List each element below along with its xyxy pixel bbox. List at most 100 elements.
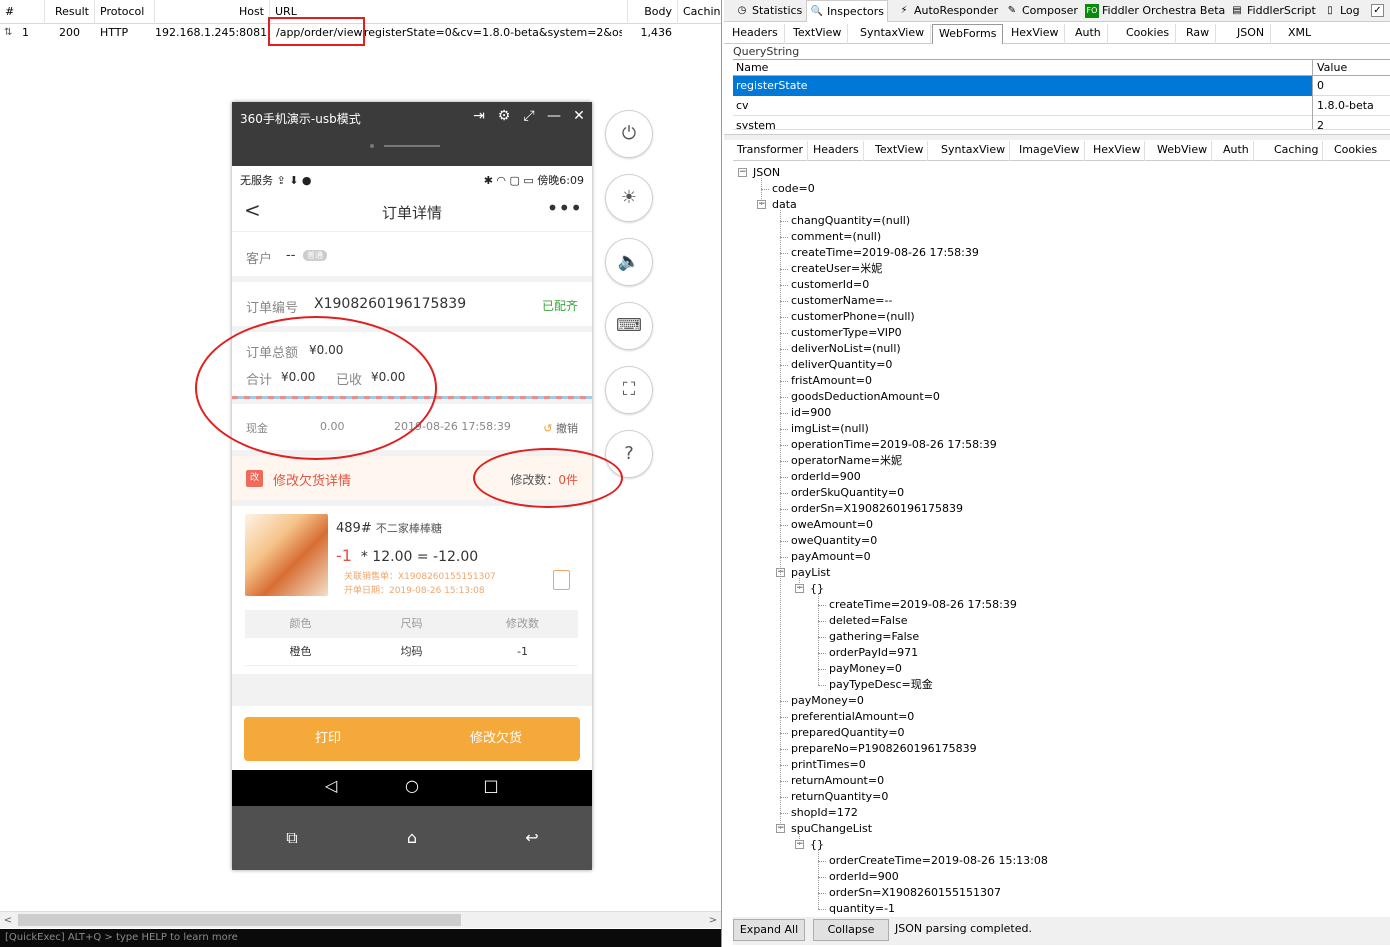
resp-tab-webview[interactable]: WebView [1153,141,1213,161]
tree-node[interactable]: payMoney=0 [829,661,902,677]
emu-back-icon[interactable]: ↩ [521,828,543,847]
tree-node[interactable]: JSON [753,165,780,181]
minimize-icon[interactable]: — [547,108,561,124]
tree-node[interactable]: operationTime=2019-08-26 17:58:39 [791,437,997,453]
tree-node[interactable]: createTime=2019-08-26 17:58:39 [829,597,1017,613]
tree-node[interactable]: spuChangeList [791,821,872,837]
emu-recents-icon[interactable]: ⧉ [281,828,303,848]
tree-node[interactable]: preferentialAmount=0 [791,709,914,725]
req-tab-cookies[interactable]: Cookies [1120,24,1177,44]
clipboard-icon[interactable] [553,570,570,590]
collapse-button[interactable]: Collapse [813,919,889,941]
modify-owe-button[interactable]: 修改欠货 [412,717,580,761]
req-tab-webforms[interactable]: WebForms [932,24,1004,44]
tree-node[interactable]: comment=(null) [791,229,881,245]
resp-tab-syntaxview[interactable]: SyntaxView [937,141,1011,161]
tree-node[interactable]: createTime=2019-08-26 17:58:39 [791,245,979,261]
qs-row[interactable]: registerState 0 [733,76,1390,96]
req-tab-textview[interactable]: TextView [787,24,849,44]
tree-node[interactable]: gathering=False [829,629,919,645]
drag-handle[interactable] [370,144,440,148]
col-caching[interactable]: Caching [678,0,721,24]
tree-expander-icon[interactable]: − [738,168,747,177]
tree-node[interactable]: orderPayId=971 [829,645,918,661]
tree-node[interactable]: orderCreateTime=2019-08-26 15:13:08 [829,853,1048,869]
tree-node[interactable]: prepareNo=P1908260196175839 [791,741,977,757]
checkbox-icon[interactable]: ✓ [1371,4,1384,17]
emu-home-icon[interactable]: ⌂ [401,828,423,847]
tree-node[interactable]: id=900 [791,405,831,421]
tree-node[interactable]: orderId=900 [791,469,861,485]
tab-statistics[interactable]: ◷ Statistics [732,0,805,22]
gear-icon[interactable]: ⚙ [497,108,511,124]
req-tab-raw[interactable]: Raw [1180,24,1217,44]
tab-orchestra[interactable]: FO Fiddler Orchestra Beta [1082,0,1228,22]
tab-log[interactable]: ▯ Log [1320,0,1363,22]
power-icon[interactable]: ⏻ [605,110,653,158]
scroll-right-icon[interactable]: > [705,912,721,929]
tree-node[interactable]: customerId=0 [791,277,869,293]
tree-node[interactable]: orderSn=X1908260196175839 [791,501,963,517]
tree-node[interactable]: orderSkuQuantity=0 [791,485,904,501]
tree-node[interactable]: oweAmount=0 [791,517,873,533]
tree-node[interactable]: deliverQuantity=0 [791,357,892,373]
tree-node[interactable]: shopId=172 [791,805,858,821]
qs-row[interactable]: cv 1.8.0-beta [733,96,1390,116]
tree-node[interactable]: preparedQuantity=0 [791,725,905,741]
keyboard-icon[interactable]: ⌨ [605,302,653,350]
customer-card[interactable]: 客户 -- 普通 [232,232,592,276]
nav-recents-icon[interactable]: □ [481,776,501,795]
resp-tab-imageview[interactable]: ImageView [1015,141,1085,161]
tree-node[interactable]: payAmount=0 [791,549,871,565]
tree-node[interactable]: data [772,197,797,213]
tree-node[interactable]: payList [791,565,830,581]
qs-row[interactable]: system 2 [733,116,1390,130]
json-tree[interactable]: − JSON code=0− data changQuantity=(null) comm… [733,163,1390,915]
tree-node[interactable]: deliverNoList=(null) [791,341,901,357]
expand-all-button[interactable]: Expand All [733,919,805,941]
nav-home-icon[interactable]: ○ [402,776,422,795]
print-button[interactable]: 打印 [244,717,412,761]
quickexec-bar[interactable]: [QuickExec] ALT+Q > type HELP to learn m… [0,929,721,947]
tree-node[interactable]: orderSn=X1908260155151307 [829,885,1001,901]
req-tab-xml[interactable]: XML [1282,24,1317,44]
qs-col-value[interactable]: Value [1313,60,1390,76]
req-tab-hexview[interactable]: HexView [1005,24,1066,44]
tree-node[interactable]: customerPhone=(null) [791,309,915,325]
scroll-left-icon[interactable]: < [0,912,16,929]
volume-icon[interactable]: 🔈 [605,238,653,286]
tree-node[interactable]: deleted=False [829,613,907,629]
scroll-thumb[interactable] [18,914,461,926]
qs-col-name[interactable]: Name [733,60,1313,76]
col-result[interactable]: Result [45,0,95,24]
nav-back-icon[interactable]: ◁ [321,776,341,795]
req-tab-auth[interactable]: Auth [1069,24,1108,44]
tree-node[interactable]: customerName=-- [791,293,892,309]
tree-node[interactable]: createUser=米妮 [791,261,882,277]
req-tab-syntaxview[interactable]: SyntaxView [854,24,932,44]
tree-node[interactable]: changQuantity=(null) [791,213,910,229]
tree-node[interactable]: returnAmount=0 [791,773,884,789]
tree-node[interactable]: returnQuantity=0 [791,789,888,805]
resp-tab-caching[interactable]: Caching [1270,141,1324,161]
close-icon[interactable]: ✕ [572,108,586,124]
tree-node[interactable]: code=0 [772,181,815,197]
resp-tab-textview[interactable]: TextView [871,141,929,161]
tree-node[interactable]: fristAmount=0 [791,373,872,389]
tab-fiddlerscript[interactable]: ▤ FiddlerScript [1227,0,1319,22]
crop-icon[interactable]: ⛶ [605,366,653,414]
col-body[interactable]: Body [628,0,678,24]
tree-node[interactable]: payTypeDesc=现金 [829,677,933,693]
tree-node[interactable]: customerType=VIP0 [791,325,902,341]
tab-autoresponder[interactable]: ⚡ AutoResponder [894,0,1001,22]
col-protocol[interactable]: Protocol [95,0,155,24]
tab-inspectors[interactable]: 🔍 Inspectors [806,0,889,23]
resp-tab-headers[interactable]: Headers [809,141,864,161]
exit-icon[interactable]: ⇥ [472,108,486,124]
brightness-icon[interactable]: ☀ [605,174,653,222]
req-tab-json[interactable]: JSON [1231,24,1272,44]
tree-node[interactable]: operatorName=米妮 [791,453,902,469]
tree-node[interactable]: goodsDeductionAmount=0 [791,389,940,405]
tree-node[interactable]: oweQuantity=0 [791,533,877,549]
resp-tab-hexview[interactable]: HexView [1089,141,1146,161]
